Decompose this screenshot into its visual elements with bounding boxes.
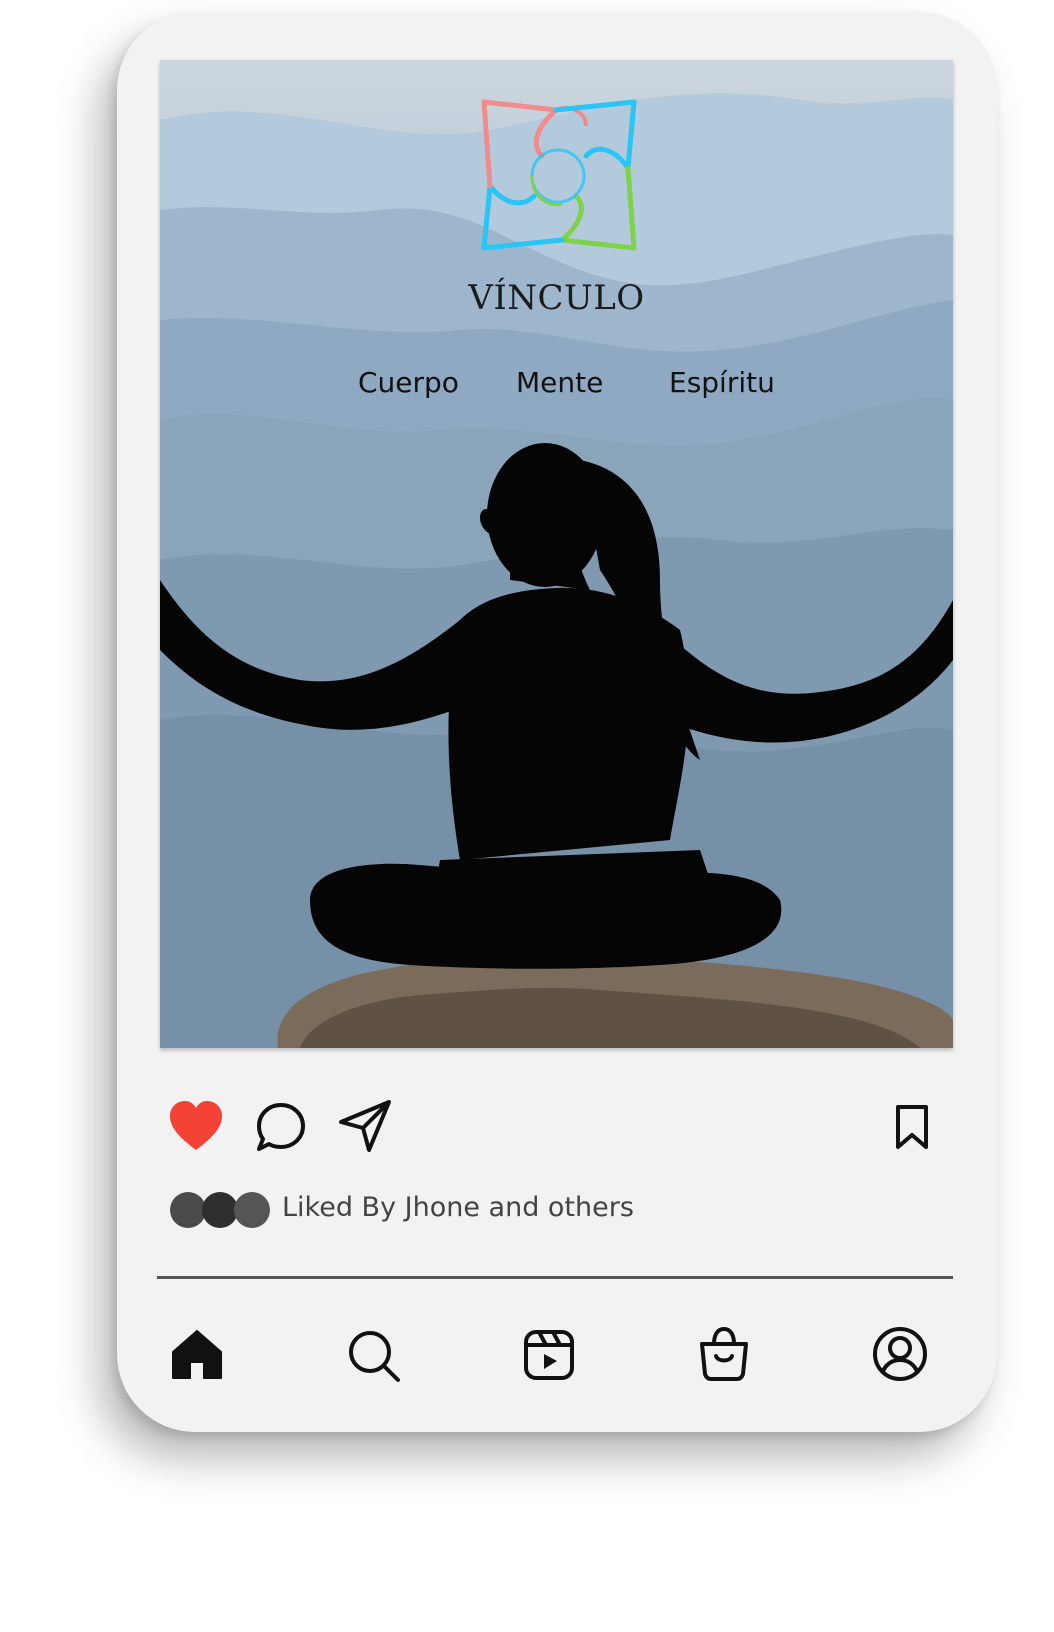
- bookmark-icon[interactable]: [893, 1103, 931, 1151]
- send-icon[interactable]: [337, 1098, 393, 1154]
- search-icon[interactable]: [346, 1328, 402, 1384]
- post-image[interactable]: VÍNCULO Cuerpo Mente Espíritu: [160, 60, 953, 1048]
- nav-link-cuerpo[interactable]: Cuerpo: [358, 366, 459, 399]
- avatar: [234, 1192, 270, 1228]
- nav-link-espiritu[interactable]: Espíritu: [669, 366, 775, 399]
- nav-link-mente[interactable]: Mente: [516, 366, 603, 399]
- divider: [157, 1276, 953, 1279]
- home-icon[interactable]: [170, 1328, 224, 1380]
- reels-icon[interactable]: [522, 1328, 576, 1382]
- vinculo-logo-icon: [481, 99, 637, 251]
- liked-by-text[interactable]: Liked By Jhone and others: [282, 1192, 634, 1223]
- comment-icon[interactable]: [255, 1101, 307, 1153]
- shop-icon[interactable]: [697, 1326, 751, 1382]
- profile-icon[interactable]: [872, 1326, 928, 1382]
- brand-name: VÍNCULO: [468, 278, 645, 318]
- heart-icon[interactable]: [168, 1100, 224, 1152]
- avatar: [170, 1192, 206, 1228]
- avatar: [202, 1192, 238, 1228]
